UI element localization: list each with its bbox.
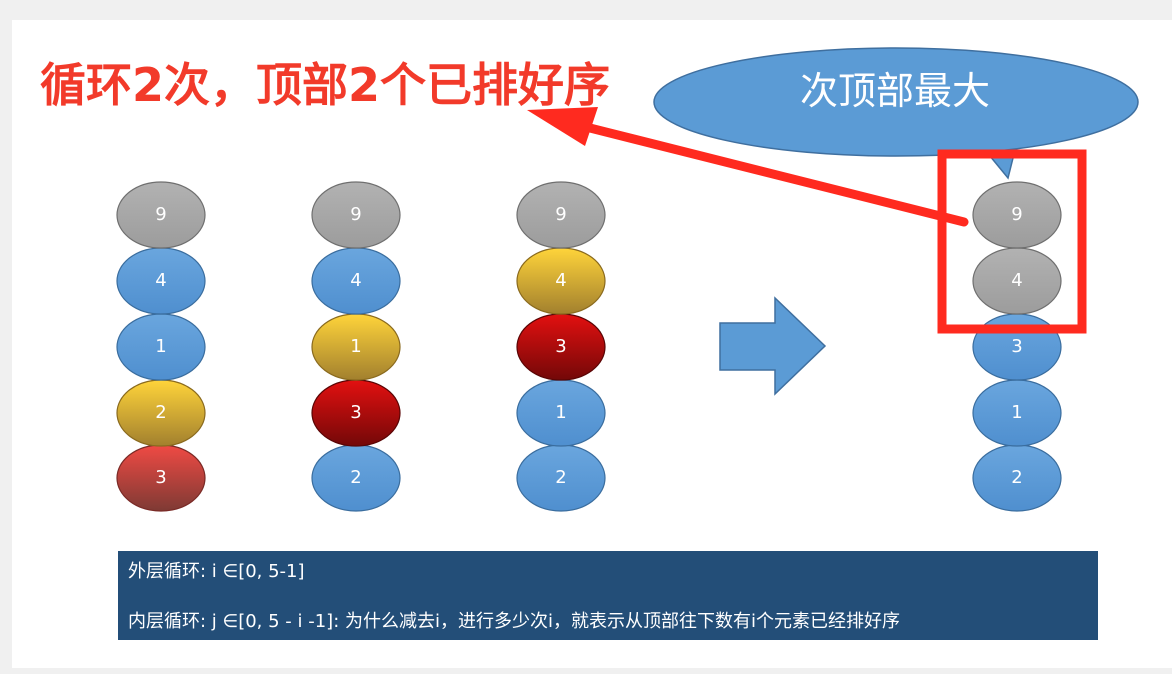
slide-title: 循环2次，顶部2个已排好序 (40, 58, 611, 112)
ball-label: 9 (555, 204, 567, 225)
ball-label: 4 (350, 270, 362, 291)
inner-loop-text: 内层循环: j ∈[0, 5 - i -1]: 为什么减去i，进行多少次i，就表… (128, 611, 900, 632)
ball-label: 4 (555, 270, 567, 291)
ball-label: 2 (350, 467, 362, 488)
ball-label: 4 (1011, 270, 1023, 291)
ball-label: 3 (555, 336, 567, 357)
ball-label: 4 (155, 270, 167, 291)
ball-label: 9 (155, 204, 167, 225)
ball-label: 9 (1011, 204, 1023, 225)
ball-label: 9 (350, 204, 362, 225)
info-box: 外层循环: i ∈[0, 5-1] 内层循环: j ∈[0, 5 - i -1]… (118, 551, 1098, 640)
ball-label: 2 (555, 467, 567, 488)
ball-label: 1 (155, 336, 167, 357)
ball-label: 1 (1011, 402, 1023, 423)
callout-text: 次顶部最大 (799, 69, 990, 113)
ball-label: 3 (1011, 336, 1023, 357)
ball-label: 1 (350, 336, 362, 357)
ball-label: 2 (155, 402, 167, 423)
ball-label: 3 (350, 402, 362, 423)
block-arrow-right (719, 296, 827, 396)
ball-label: 1 (555, 402, 567, 423)
ball-label: 3 (155, 467, 167, 488)
outer-loop-text: 外层循环: i ∈[0, 5-1] (128, 561, 305, 582)
ball-label: 2 (1011, 467, 1023, 488)
